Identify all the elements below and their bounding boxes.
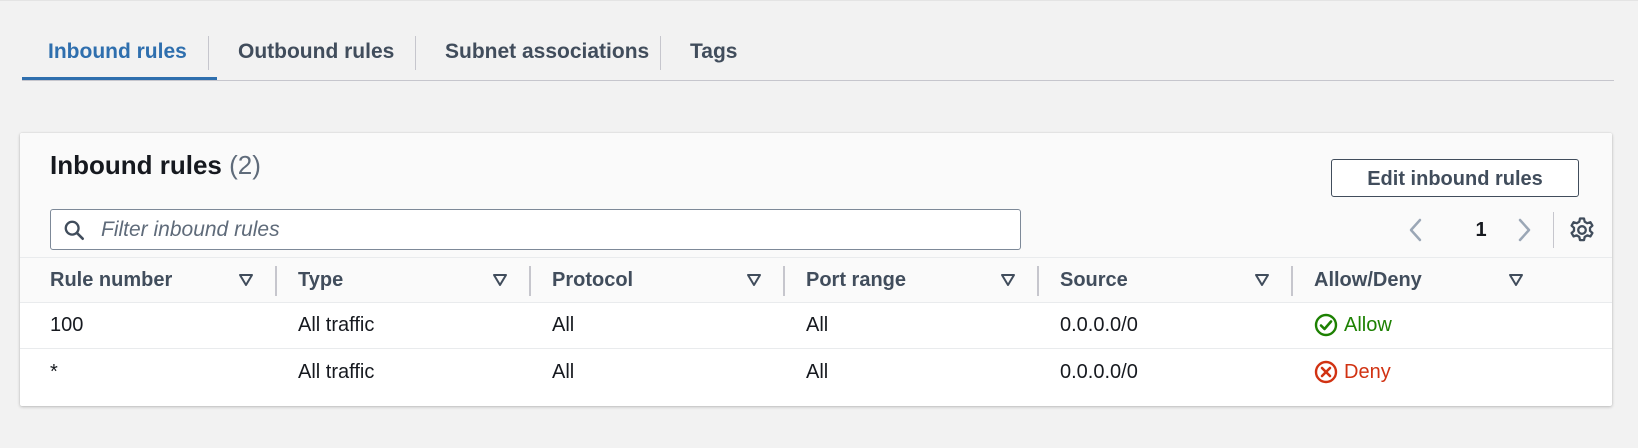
cell-type: All traffic xyxy=(298,361,375,383)
chevron-left-icon[interactable] xyxy=(1404,213,1428,247)
cell-source: 0.0.0.0/0 xyxy=(1060,361,1138,383)
column-header-source[interactable]: Source xyxy=(1060,258,1128,302)
cell-port-range: All xyxy=(806,314,829,336)
table-row: * All traffic All All 0.0.0.0/0 Deny xyxy=(20,349,1612,395)
inbound-rules-container: Inbound rules (2) Edit inbound rules 1 R… xyxy=(20,133,1612,406)
search-icon xyxy=(64,220,84,240)
cell-rule-number: 100 xyxy=(50,314,84,336)
status-label: Deny xyxy=(1344,361,1391,383)
caret-down-icon[interactable] xyxy=(238,272,254,288)
page-title: Inbound rules (2) xyxy=(50,150,261,181)
column-resizer[interactable] xyxy=(1291,266,1293,296)
column-resizer[interactable] xyxy=(275,266,277,296)
tab-divider xyxy=(660,36,661,70)
tab-divider xyxy=(208,36,209,70)
filter-field[interactable] xyxy=(50,209,1021,250)
cell-port-range: All xyxy=(806,361,829,383)
page-number[interactable]: 1 xyxy=(1468,213,1494,247)
title-text: Inbound rules xyxy=(50,150,222,180)
column-resizer[interactable] xyxy=(529,266,531,296)
cell-source: 0.0.0.0/0 xyxy=(1060,314,1138,336)
cell-protocol: All xyxy=(552,314,575,336)
cell-protocol: All xyxy=(552,361,575,383)
caret-down-icon[interactable] xyxy=(492,272,508,288)
tab-tags[interactable]: Tags xyxy=(690,28,737,80)
caret-down-icon[interactable] xyxy=(1000,272,1016,288)
x-circle-icon xyxy=(1314,360,1338,384)
column-header-protocol[interactable]: Protocol xyxy=(552,258,633,302)
column-header-rule-number[interactable]: Rule number xyxy=(50,258,172,302)
active-tab-indicator xyxy=(22,77,217,80)
column-header-type[interactable]: Type xyxy=(298,258,343,302)
caret-down-icon[interactable] xyxy=(1254,272,1270,288)
edit-inbound-rules-button[interactable]: Edit inbound rules xyxy=(1331,159,1579,197)
tab-inbound-rules[interactable]: Inbound rules xyxy=(48,28,187,80)
column-header-allow-deny[interactable]: Allow/Deny xyxy=(1314,258,1422,302)
top-divider xyxy=(0,0,1638,1)
chevron-right-icon[interactable] xyxy=(1512,213,1536,247)
tab-divider xyxy=(415,36,416,70)
column-resizer[interactable] xyxy=(1037,266,1039,296)
caret-down-icon[interactable] xyxy=(1508,272,1524,288)
column-resizer[interactable] xyxy=(783,266,785,296)
tab-bar: Inbound rules Outbound rules Subnet asso… xyxy=(22,28,1614,81)
table-row: 100 All traffic All All 0.0.0.0/0 Allow xyxy=(20,302,1612,349)
cell-rule-number: * xyxy=(50,361,58,383)
column-header-port-range[interactable]: Port range xyxy=(806,258,906,302)
caret-down-icon[interactable] xyxy=(746,272,762,288)
pager-divider xyxy=(1553,212,1554,248)
filter-input[interactable] xyxy=(99,214,1003,246)
status-label: Allow xyxy=(1344,314,1392,336)
tab-subnet-associations[interactable]: Subnet associations xyxy=(445,28,649,80)
cell-allow-deny: Deny xyxy=(1314,349,1434,395)
rule-count: (2) xyxy=(229,150,261,180)
gear-icon[interactable] xyxy=(1568,216,1596,244)
cell-allow-deny: Allow xyxy=(1314,302,1434,348)
tab-outbound-rules[interactable]: Outbound rules xyxy=(238,28,394,80)
table-header: Rule number Type Protocol Port range Sou… xyxy=(20,257,1612,303)
check-circle-icon xyxy=(1314,313,1338,337)
cell-type: All traffic xyxy=(298,314,375,336)
